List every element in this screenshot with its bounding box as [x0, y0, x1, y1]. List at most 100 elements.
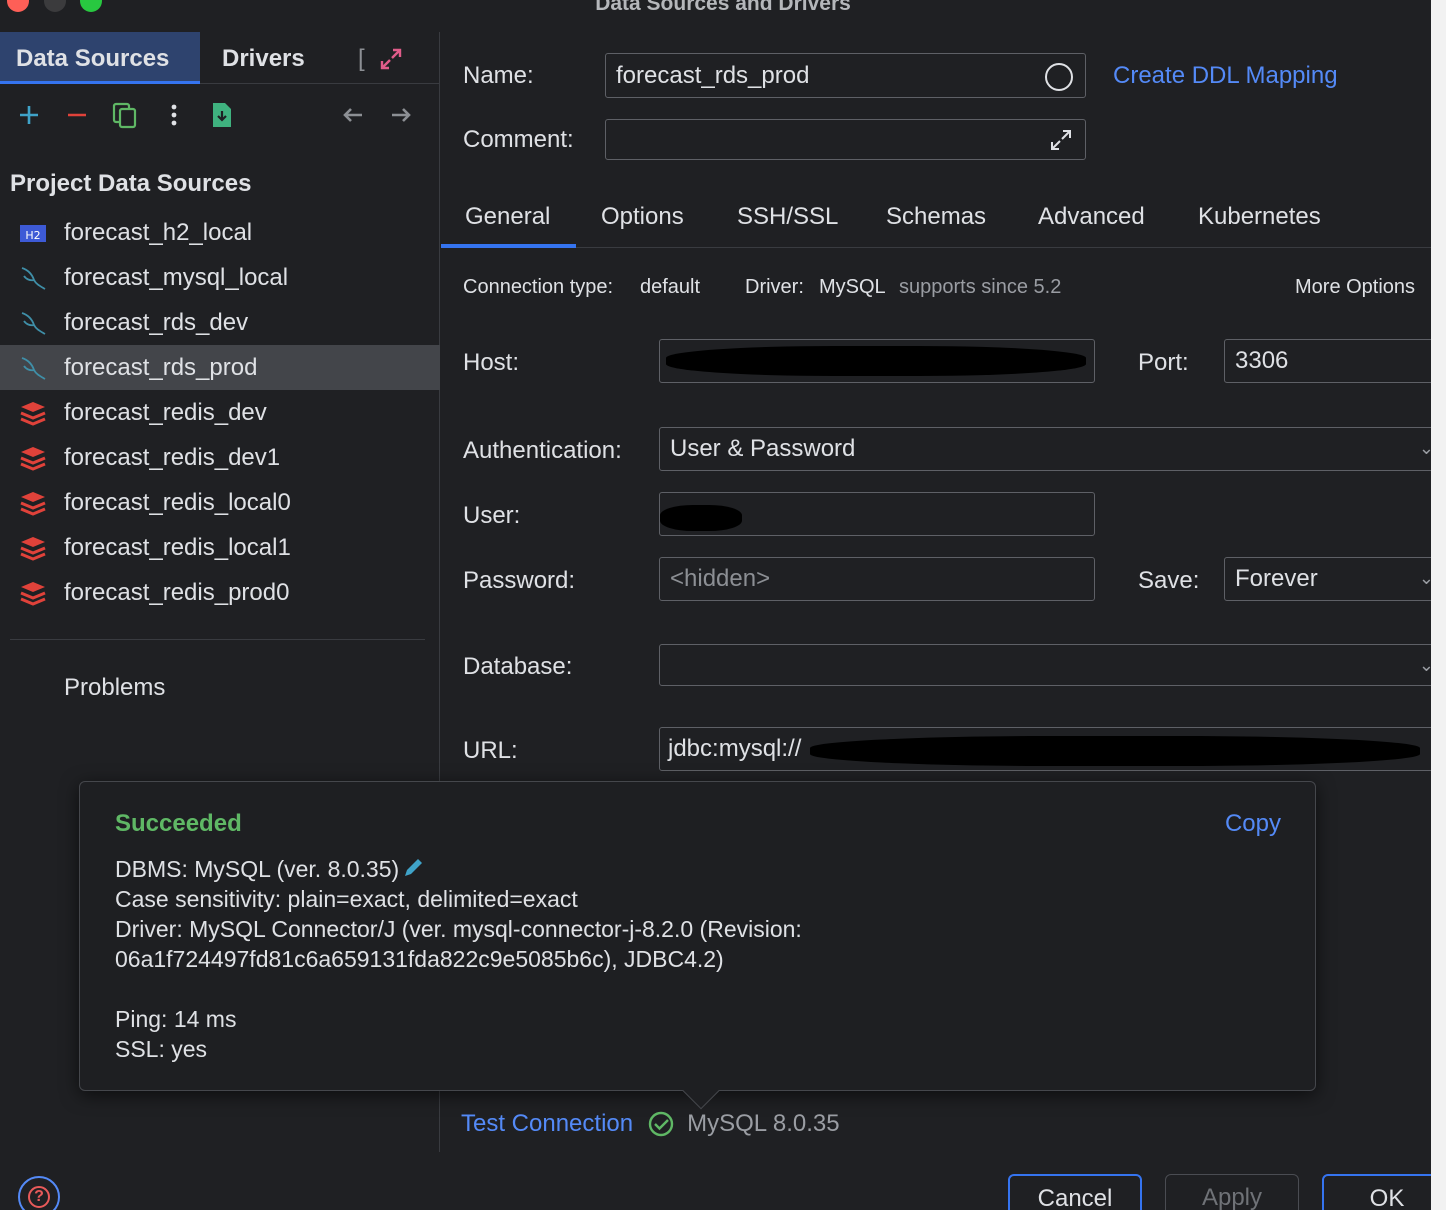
import-file-icon[interactable]	[207, 100, 237, 130]
tab-data-sources[interactable]: Data Sources	[0, 32, 200, 84]
data-source-label: forecast_h2_local	[64, 219, 253, 246]
problems-item[interactable]: Problems	[64, 674, 165, 702]
data-source-label: forecast_redis_dev1	[64, 444, 281, 471]
name-value: forecast_rds_prod	[616, 61, 810, 89]
data-source-label: forecast_rds_prod	[64, 354, 258, 381]
connection-info: DBMS: MySQL (ver. 8.0.35) Case sensitivi…	[115, 854, 802, 1064]
list-item[interactable]: forecast_rds_dev	[0, 300, 440, 345]
host-field[interactable]	[659, 339, 1095, 383]
sidebar-divider	[10, 639, 425, 640]
window-title: Data Sources and Drivers	[595, 0, 851, 15]
duplicate-icon[interactable]	[110, 100, 140, 130]
tab-drivers[interactable]: Drivers	[206, 32, 321, 84]
save-select[interactable]: Forever ⌄	[1224, 557, 1439, 601]
comment-field[interactable]	[605, 119, 1086, 160]
user-label: User:	[463, 502, 521, 529]
tab-ssh-ssl[interactable]: SSH/SSL	[737, 192, 838, 248]
list-item[interactable]: forecast_redis_prod0	[0, 570, 440, 615]
check-circle-icon	[648, 1111, 674, 1137]
driver-note: supports since 5.2	[899, 276, 1062, 298]
connection-type-link[interactable]: default	[640, 276, 700, 299]
test-connection-row: Test Connection MySQL 8.0.35	[461, 1106, 840, 1142]
window-edge	[1431, 0, 1446, 1210]
back-arrow-icon[interactable]	[338, 100, 368, 130]
port-value: 3306	[1235, 347, 1289, 374]
redis-icon	[20, 492, 46, 516]
authentication-select[interactable]: User & Password ⌄	[659, 427, 1439, 471]
redis-icon	[20, 537, 46, 561]
authentication-value: User & Password	[670, 435, 856, 462]
cancel-button[interactable]: Cancel	[1008, 1174, 1142, 1210]
help-button[interactable]: ?	[18, 1176, 60, 1210]
left-tab-bar: Data Sources Drivers [	[0, 32, 440, 84]
color-circle-icon[interactable]	[1045, 63, 1073, 91]
data-source-label: forecast_redis_local1	[64, 534, 291, 561]
data-source-label: forecast_redis_dev	[64, 399, 267, 426]
help-icon: ?	[28, 1186, 50, 1208]
forward-arrow-icon[interactable]	[386, 100, 416, 130]
mysql-dolphin-icon	[21, 312, 46, 335]
test-connection-link[interactable]: Test Connection	[461, 1110, 633, 1138]
ok-button[interactable]: OK	[1322, 1174, 1446, 1210]
connection-type-label: Connection type:	[463, 276, 614, 298]
title-bar: Data Sources and Drivers	[0, 0, 1446, 30]
driver-label: Driver:	[745, 276, 804, 298]
password-label: Password:	[463, 567, 576, 594]
database-select[interactable]: ⌄	[659, 644, 1439, 686]
list-item[interactable]: forecast_redis_local0	[0, 480, 440, 525]
create-ddl-mapping-link[interactable]: Create DDL Mapping	[1113, 62, 1338, 90]
name-field[interactable]: forecast_rds_prod	[605, 53, 1086, 98]
name-label: Name:	[463, 62, 534, 89]
test-result-version: MySQL 8.0.35	[687, 1110, 840, 1137]
list-item[interactable]: forecast_rds_prod	[0, 345, 440, 390]
tab-general[interactable]: General	[441, 192, 576, 248]
apply-button[interactable]: Apply	[1165, 1174, 1299, 1210]
tab-more[interactable]: [	[342, 32, 381, 84]
redis-icon	[20, 582, 46, 606]
tab-kubernetes[interactable]: Kubernetes	[1198, 192, 1321, 248]
redis-icon	[20, 447, 46, 471]
data-source-label: forecast_redis_local0	[64, 489, 291, 516]
more-options-link[interactable]: More Options	[1295, 276, 1415, 299]
save-label: Save:	[1138, 567, 1200, 594]
port-label: Port:	[1138, 349, 1189, 376]
data-source-label: forecast_rds_dev	[64, 309, 249, 336]
url-label: URL:	[463, 737, 518, 764]
expand-icon[interactable]	[378, 46, 404, 72]
url-field[interactable]: jdbc:mysql://	[659, 727, 1439, 771]
pencil-icon[interactable]	[401, 856, 425, 880]
authentication-label: Authentication:	[463, 437, 622, 464]
url-value: jdbc:mysql://	[668, 735, 802, 762]
tab-schemas[interactable]: Schemas	[886, 192, 986, 248]
redacted-host	[666, 346, 1086, 376]
comment-label: Comment:	[463, 126, 574, 153]
port-field[interactable]: 3306	[1224, 339, 1439, 383]
status-succeeded: Succeeded	[115, 810, 242, 837]
expand-field-icon[interactable]	[1049, 128, 1073, 152]
tab-options[interactable]: Options	[601, 192, 684, 248]
user-field[interactable]	[659, 492, 1095, 536]
list-item[interactable]: forecast_redis_dev1	[0, 435, 440, 480]
svg-text:H2: H2	[25, 229, 40, 242]
tab-advanced[interactable]: Advanced	[1038, 192, 1145, 248]
list-item[interactable]: forecast_redis_local1	[0, 525, 440, 570]
database-label: Database:	[463, 653, 573, 680]
password-field[interactable]: <hidden>	[659, 557, 1095, 601]
list-item[interactable]: forecast_redis_dev	[0, 390, 440, 435]
list-item[interactable]: forecast_mysql_local	[0, 255, 440, 300]
dbms-line: DBMS: MySQL (ver. 8.0.35)	[115, 856, 400, 882]
add-icon[interactable]	[14, 100, 44, 130]
remove-icon[interactable]	[62, 100, 92, 130]
save-value: Forever	[1235, 565, 1318, 592]
more-vertical-icon[interactable]	[159, 100, 189, 130]
list-item[interactable]: H2 forecast_h2_local	[0, 210, 440, 255]
data-source-list: H2 forecast_h2_local forecast_mysql_loca…	[0, 210, 440, 615]
host-label: Host:	[463, 349, 520, 376]
mysql-dolphin-icon	[21, 357, 46, 380]
data-source-label: forecast_mysql_local	[64, 264, 289, 291]
settings-tab-bar: General Options SSH/SSL Schemas Advanced…	[441, 192, 1431, 248]
sidebar-toolbar	[0, 94, 440, 140]
data-source-label: forecast_redis_prod0	[64, 579, 290, 606]
copy-link[interactable]: Copy	[1225, 810, 1281, 838]
driver-link[interactable]: MySQL	[819, 276, 886, 299]
